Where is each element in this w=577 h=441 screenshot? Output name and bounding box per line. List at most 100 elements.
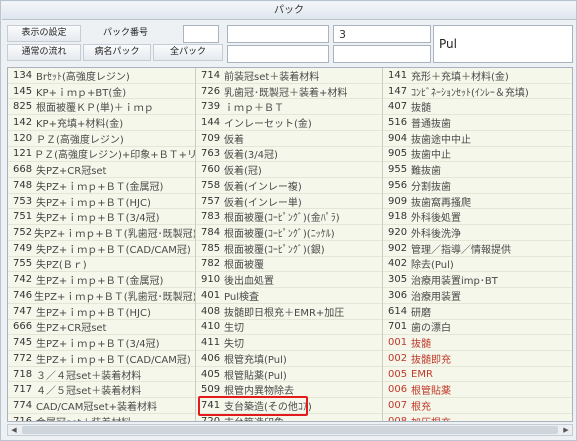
list-item[interactable]: 668 失PZ+CR冠set bbox=[8, 162, 195, 179]
list-item[interactable]: 405 根管貼薬(Pul) bbox=[196, 367, 382, 383]
list-item[interactable]: 717 ４／５冠set＋装着材料 bbox=[8, 382, 195, 399]
list-item[interactable]: 751 失PZ+ｉｍｐ+ＢＴ(3/4冠) bbox=[8, 209, 195, 226]
list-item[interactable]: 144 インレーセット(金) bbox=[196, 115, 382, 131]
list-item[interactable]: 402 除去(Pul) bbox=[383, 257, 572, 273]
list-item[interactable]: 134 Brｾｯﾄ(高強度レジン) bbox=[8, 68, 195, 84]
list-item[interactable]: 760 仮着(冠) bbox=[196, 162, 382, 179]
pack-number-input[interactable] bbox=[183, 25, 219, 43]
list-item[interactable]: 825 根面被覆ＫＰ(単)＋ｉｍｐ bbox=[8, 99, 195, 116]
list-item[interactable]: 753 失PZ+ｉｍｐ+ＢＴ(HJC) bbox=[8, 194, 195, 210]
pack-code: 134 bbox=[13, 69, 33, 81]
list-item[interactable]: 785 根面被覆(ｺｰﾋﾟﾝｸﾞ)(銀) bbox=[196, 241, 382, 257]
pack-code: 405 bbox=[201, 368, 221, 380]
list-item[interactable]: 956 分割抜歯 bbox=[383, 178, 572, 194]
list-item[interactable]: 709 仮着 bbox=[196, 131, 382, 147]
list-item[interactable]: 920 外科後洗浄 bbox=[383, 225, 572, 241]
list-item[interactable]: 008加圧根充 bbox=[383, 414, 572, 421]
list-item[interactable]: 748 失PZ+ｉｍｐ+ＢＴ(金属冠) bbox=[8, 178, 195, 194]
list-item[interactable]: 910 後出血処置 bbox=[196, 272, 382, 289]
scroll-left-icon[interactable]: ◀ bbox=[8, 425, 20, 435]
pack-code: 782 bbox=[201, 258, 221, 270]
pack-code: 763 bbox=[201, 148, 221, 160]
list-item[interactable]: 406 根管充填(Pul) bbox=[196, 351, 382, 367]
list-item[interactable]: 142 KP+充填+材料(金) bbox=[8, 115, 195, 131]
list-item[interactable]: 614 研磨 bbox=[383, 304, 572, 320]
pack-code: 145 bbox=[13, 85, 33, 97]
list-item[interactable]: 758 仮着(インレー複) bbox=[196, 178, 382, 194]
list-item[interactable]: 007 根充 bbox=[383, 398, 572, 414]
list-item[interactable]: 763 仮着(3/4冠) bbox=[196, 147, 382, 163]
list-item[interactable]: 516 普通抜歯 bbox=[383, 115, 572, 131]
list-item[interactable]: 774 CAD/CAM冠set+装着材料 bbox=[8, 398, 195, 414]
list-item[interactable]: 001 抜髄 bbox=[383, 335, 572, 351]
list-item[interactable]: 784 根面被覆(ｺｰﾋﾟﾝｸﾞ)(ﾆｯｹﾙ) bbox=[196, 225, 382, 241]
list-item[interactable]: 783 根面被覆(ｺｰﾋﾟﾝｸﾞ)(金ﾊﾟﾗ) bbox=[196, 209, 382, 226]
pack-name: 仮着(3/4冠) bbox=[224, 150, 278, 162]
list-item[interactable]: 006 根管貼薬 bbox=[383, 382, 572, 399]
list-item[interactable]: 749 失PZ+ｉｍｐ+ＢＴ(CAD/CAM冠) bbox=[8, 241, 195, 257]
list-item[interactable]: 772 生PZ+ｉｍｐ+ＢＴ(CAD/CAM冠) bbox=[8, 351, 195, 367]
list-item[interactable]: 147 ｺﾝﾋﾞﾈｰｼｮﾝｾｯﾄ(ｲﾝﾚｰ＆充填) bbox=[383, 84, 572, 100]
selection-highlight bbox=[198, 396, 308, 416]
list-item[interactable]: 408 抜髄即日根充＋EMR+加圧 bbox=[196, 304, 382, 320]
field-c[interactable] bbox=[227, 45, 329, 63]
field-b[interactable]: 3 bbox=[333, 25, 431, 43]
pack-code: 760 bbox=[201, 164, 221, 176]
list-item[interactable]: 918 外科後処置 bbox=[383, 209, 572, 226]
list-item[interactable]: 726 乳歯冠･既製冠＋装着+材料 bbox=[196, 84, 382, 100]
list-item[interactable]: 755 失PZ(Ｂｒ) bbox=[8, 257, 195, 273]
display-settings-button[interactable]: 表示の設定 bbox=[7, 25, 81, 42]
list-item[interactable]: 904 抜歯途中中止 bbox=[383, 131, 572, 147]
list-item[interactable]: 905 抜歯中止 bbox=[383, 147, 572, 163]
scroll-right-icon[interactable]: ▶ bbox=[560, 425, 572, 435]
list-item[interactable]: 410 生切 bbox=[196, 320, 382, 336]
disease-pack-button[interactable]: 病名パック bbox=[83, 44, 151, 61]
list-item[interactable]: 121ＰＺ(高強度レジン)+印象+ＢＴ+リテー: bbox=[8, 147, 195, 163]
list-item[interactable]: 757 仮着(インレー単) bbox=[196, 194, 382, 210]
pack-name: Pul検査 bbox=[224, 291, 259, 303]
pack-name: 根充 bbox=[411, 401, 431, 413]
normal-flow-button[interactable]: 通常の流れ bbox=[7, 44, 81, 61]
list-item[interactable]: 716金属冠set＋装着材料 bbox=[8, 414, 195, 421]
list-item[interactable]: 782 根面被覆 bbox=[196, 257, 382, 273]
pack-name: 仮着 bbox=[224, 134, 244, 146]
pack-name: 失PZ+ｉｍｐ+ＢＴ(3/4冠) bbox=[36, 213, 160, 225]
list-item[interactable]: 718 ３／４冠set＋装着材料 bbox=[8, 367, 195, 383]
list-item[interactable]: 002 抜髄即充 bbox=[383, 351, 572, 367]
list-item[interactable]: 752 失PZ+ｉｍｐ+ＢＴ(乳歯冠･既製冠) bbox=[8, 225, 195, 241]
pack-code: 005 bbox=[388, 368, 408, 380]
list-item[interactable]: 745 生PZ+ｉｍｐ+ＢＴ(3/4冠) bbox=[8, 335, 195, 351]
list-item[interactable]: 955 難抜歯 bbox=[383, 162, 572, 179]
list-item[interactable]: 141 充形＋充填＋材料(金) bbox=[383, 68, 572, 84]
horizontal-scrollbar[interactable]: ◀ ▶ bbox=[7, 424, 573, 436]
list-item[interactable]: 739 ｉｍｐ＋ＢＴ bbox=[196, 99, 382, 116]
pack-code: 955 bbox=[388, 164, 408, 176]
list-item[interactable]: 902 管理／指導／情報提供 bbox=[383, 241, 572, 257]
pack-name: 抜髄 bbox=[411, 103, 431, 115]
list-item[interactable]: 401 Pul検査 bbox=[196, 288, 382, 304]
pack-code: 305 bbox=[388, 274, 408, 286]
list-item[interactable]: 742 生PZ+ｉｍｐ+ＢＴ(金属冠) bbox=[8, 272, 195, 289]
list-item[interactable]: 005 EMR bbox=[383, 367, 572, 383]
list-item[interactable]: 909 抜歯窩再搔爬 bbox=[383, 194, 572, 210]
list-item[interactable]: 701 歯の漂白 bbox=[383, 320, 572, 336]
field-a[interactable] bbox=[227, 25, 329, 43]
list-item[interactable]: 305 治療用装置imp･BT bbox=[383, 272, 572, 289]
list-item[interactable]: 120 ＰＺ(高強度レジン) bbox=[8, 131, 195, 147]
list-item[interactable]: 746 生PZ+ｉｍｐ+ＢＴ(乳歯冠･既製冠) bbox=[8, 288, 195, 304]
all-pack-button[interactable]: 全パック bbox=[153, 44, 223, 61]
pul-field[interactable]: Pul bbox=[433, 25, 573, 63]
list-item[interactable]: 747 生PZ+ｉｍｐ+ＢＴ(HJC) bbox=[8, 304, 195, 320]
list-item[interactable]: 306 治療用装置 bbox=[383, 288, 572, 304]
list-item[interactable]: 407 抜髄 bbox=[383, 99, 572, 116]
list-item[interactable]: 714 前装冠set＋装着材料 bbox=[196, 68, 382, 84]
list-item[interactable]: 411 失切 bbox=[196, 335, 382, 351]
scrollbar-thumb[interactable] bbox=[22, 426, 558, 434]
field-d[interactable] bbox=[333, 45, 431, 63]
pack-code: 902 bbox=[388, 242, 408, 254]
pack-name: 外科後処置 bbox=[411, 213, 461, 225]
pack-code: 516 bbox=[388, 117, 408, 129]
list-item[interactable]: 666 生PZ+CR冠set bbox=[8, 320, 195, 336]
list-item[interactable]: 145 KP+ｉｍｐ+BT(金) bbox=[8, 84, 195, 100]
pack-name: 抜髄即日根充＋EMR+加圧 bbox=[224, 307, 345, 319]
